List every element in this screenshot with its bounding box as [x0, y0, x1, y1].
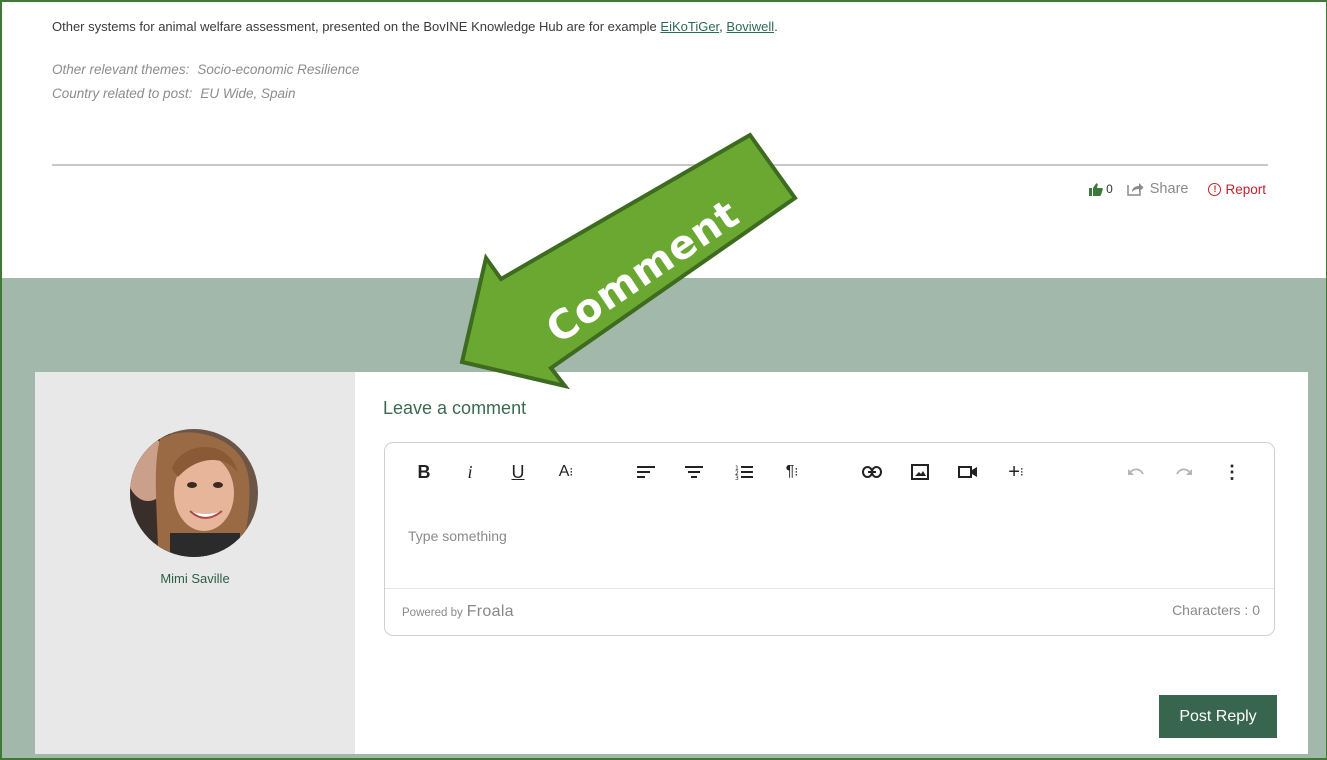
country-value: EU Wide, Spain [200, 86, 296, 101]
undo-icon[interactable] [1125, 459, 1147, 485]
intro-text: Other systems for animal welfare assessm… [52, 19, 661, 34]
share-icon [1127, 183, 1144, 196]
themes-value: Socio-economic Resilience [197, 62, 360, 77]
page-frame: Other systems for animal welfare assessm… [0, 0, 1327, 760]
more-options-icon[interactable]: ⋮ [1221, 459, 1243, 485]
froala-logo[interactable]: Froala [467, 603, 514, 620]
rich-text-editor: B i U A ⁝ 123 ¶ ⁝ + ⁝ ⋮ Type something P… [384, 442, 1275, 636]
video-icon[interactable] [957, 459, 979, 485]
underline-icon[interactable]: U [507, 459, 529, 485]
like-button[interactable]: 0 [1089, 182, 1113, 196]
link-icon[interactable] [861, 459, 883, 485]
country-line: Country related to post: EU Wide, Spain [52, 86, 296, 101]
country-label: Country related to post: [52, 86, 193, 101]
themes-line: Other relevant themes: Socio-economic Res… [52, 62, 359, 77]
report-button[interactable]: ! Report [1208, 182, 1266, 197]
svg-text:3: 3 [735, 475, 739, 480]
post-reply-button[interactable]: Post Reply [1159, 695, 1277, 738]
comment-input[interactable]: Type something [408, 528, 507, 544]
post-intro: Other systems for animal welfare assessm… [52, 19, 778, 34]
intro-end: . [774, 19, 778, 34]
link-eikotiger[interactable]: EiKoTiGer [660, 19, 719, 34]
avatar [130, 429, 258, 557]
character-count: Characters : 0 [1172, 602, 1260, 618]
ordered-list-icon[interactable]: 123 [733, 459, 755, 485]
paragraph-format-icon[interactable]: ¶ ⁝ [781, 459, 803, 485]
report-label: Report [1225, 181, 1266, 197]
user-name: Mimi Saville [160, 571, 230, 586]
like-count: 0 [1106, 182, 1113, 196]
comment-title: Leave a comment [383, 398, 527, 418]
powered-by: Powered by Froala [402, 603, 514, 621]
align-left-icon[interactable] [635, 459, 657, 485]
thumbs-up-icon [1089, 182, 1103, 196]
bold-icon[interactable]: B [413, 459, 435, 485]
divider [52, 164, 1268, 166]
share-label: Share [1149, 181, 1189, 197]
align-center-icon[interactable] [683, 459, 705, 485]
italic-icon[interactable]: i [459, 459, 481, 485]
editor-footer: Powered by Froala Characters : 0 [385, 588, 1274, 635]
more-insert-icon[interactable]: + ⁝ [1005, 459, 1027, 485]
share-button[interactable]: Share [1127, 181, 1189, 197]
redo-icon[interactable] [1173, 459, 1195, 485]
powered-by-label: Powered by [402, 607, 463, 619]
alert-icon: ! [1208, 182, 1222, 196]
link-boviwell[interactable]: Boviwell [726, 19, 774, 34]
font-size-icon[interactable]: A ⁝ [555, 459, 577, 485]
post-content: Other systems for animal welfare assessm… [2, 2, 1326, 278]
user-panel: Mimi Saville [35, 372, 355, 754]
editor-toolbar: B i U A ⁝ 123 ¶ ⁝ + ⁝ ⋮ [385, 443, 1274, 501]
post-actions: 0 Share ! Report [1089, 181, 1266, 197]
comment-card: Mimi Saville Leave a comment B i U A ⁝ 12… [35, 372, 1308, 754]
image-icon[interactable] [909, 459, 931, 485]
themes-label: Other relevant themes: [52, 62, 190, 77]
